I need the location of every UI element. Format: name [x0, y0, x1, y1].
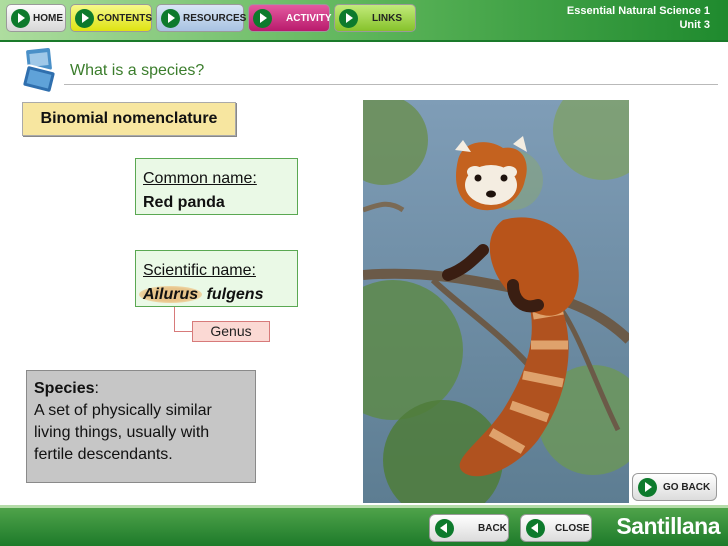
play-arrow-icon: [75, 8, 94, 28]
common-name-label: Common name:: [143, 170, 257, 187]
genus-tag: Genus: [192, 321, 270, 342]
nav-home-label: HOME: [33, 12, 63, 24]
go-back-button[interactable]: GO BACK: [632, 473, 717, 501]
header-divider: [0, 40, 728, 42]
species-definition-text: A set of physically similar living thing…: [34, 402, 212, 463]
genus-connector: [174, 331, 192, 332]
play-arrow-icon: [11, 8, 30, 28]
close-arrow-icon: [526, 518, 545, 538]
common-name-value: Red panda: [143, 194, 225, 211]
course-title: Essential Natural Science 1 Unit 3: [567, 4, 710, 32]
back-arrow-icon: [435, 518, 454, 538]
scientific-name-box: Scientific name: Ailurus fulgens: [135, 250, 298, 307]
binomial-nomenclature-heading: Binomial nomenclature: [22, 102, 236, 136]
play-arrow-icon: [161, 8, 180, 28]
close-button[interactable]: CLOSE: [520, 514, 592, 542]
species-term: Species: [34, 380, 95, 397]
nav-contents-label: CONTENTS: [97, 12, 152, 24]
back-button[interactable]: BACK: [429, 514, 509, 542]
unit-label: Unit 3: [679, 19, 710, 31]
nav-home-button[interactable]: HOME: [6, 4, 66, 32]
close-label: CLOSE: [555, 522, 590, 534]
back-label: BACK: [478, 522, 507, 534]
play-arrow-icon: [253, 8, 272, 28]
nav-activity-label: ACTIVITY: [286, 12, 332, 24]
genus-word: Ailurus: [139, 286, 203, 303]
common-name-box: Common name: Red panda: [135, 158, 298, 215]
nav-links-label: LINKS: [372, 12, 402, 24]
nav-resources-label: RESOURCES: [183, 12, 247, 24]
play-arrow-icon: [638, 477, 657, 497]
santillana-logo: Santillana: [616, 513, 720, 539]
scientific-name-label: Scientific name:: [143, 262, 256, 279]
scientific-name-value: Ailurus fulgens: [139, 283, 297, 307]
genus-connector: [174, 307, 175, 331]
nav-resources-button[interactable]: RESOURCES: [156, 4, 247, 32]
red-panda-illustration: [363, 100, 629, 503]
section-book-icon: [21, 46, 57, 94]
nav-links-button[interactable]: LINKS: [334, 4, 416, 32]
species-definition-box: Species: A set of physically similar liv…: [26, 370, 256, 483]
play-arrow-icon: [339, 8, 358, 28]
nav-contents-button[interactable]: CONTENTS: [70, 4, 152, 32]
title-divider: [64, 84, 718, 85]
go-back-label: GO BACK: [663, 481, 711, 493]
page-title: What is a species?: [70, 62, 205, 79]
nav-activity-button[interactable]: ACTIVITY: [248, 4, 332, 32]
species-colon: :: [94, 380, 99, 397]
species-word: fulgens: [206, 286, 264, 303]
course-name: Essential Natural Science 1: [566, 5, 710, 17]
red-panda-photo: [363, 100, 629, 503]
